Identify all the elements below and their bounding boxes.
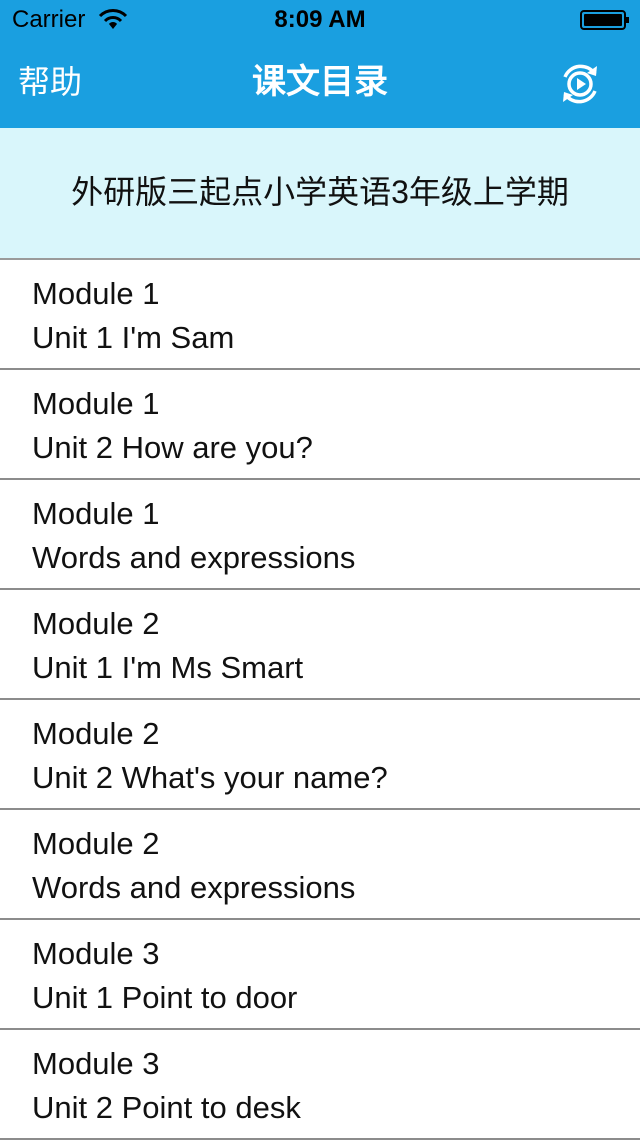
module-label: Module 2: [32, 716, 160, 751]
list-item[interactable]: Module 1 Unit 1 I'm Sam: [0, 260, 640, 370]
module-label: Module 2: [32, 606, 160, 641]
list-item[interactable]: Module 2 Words and expressions: [0, 810, 640, 920]
status-bar: Carrier 8:09 AM: [0, 0, 640, 40]
page-title: 课文目录: [252, 63, 388, 101]
module-label: Module 1: [32, 496, 160, 531]
module-label: Module 3: [32, 936, 160, 971]
unit-label: Words and expressions: [32, 540, 356, 575]
module-label: Module 1: [32, 386, 160, 421]
play-refresh-icon[interactable]: [556, 60, 604, 108]
module-label: Module 2: [32, 826, 160, 861]
list-item[interactable]: Module 2 Unit 2 What's your name?: [0, 700, 640, 810]
module-label: Module 1: [32, 276, 160, 311]
book-header: 外研版三起点小学英语3年级上学期: [0, 128, 640, 260]
unit-label: Unit 1 Point to door: [32, 980, 298, 1015]
module-label: Module 3: [32, 1046, 160, 1081]
unit-label: Unit 2 Point to desk: [32, 1090, 301, 1125]
list-item[interactable]: Module 3 Unit 2 Point to desk: [0, 1030, 640, 1140]
lesson-list: Module 1 Unit 1 I'm Sam Module 1 Unit 2 …: [0, 260, 640, 1140]
list-item[interactable]: Module 3 Unit 1 Point to door: [0, 920, 640, 1030]
unit-label: Words and expressions: [32, 870, 356, 905]
list-item[interactable]: Module 2 Unit 1 I'm Ms Smart: [0, 590, 640, 700]
unit-label: Unit 2 How are you?: [32, 430, 313, 465]
book-title: 外研版三起点小学英语3年级上学期: [71, 174, 569, 210]
unit-label: Unit 2 What's your name?: [32, 760, 388, 795]
list-item[interactable]: Module 1 Unit 2 How are you?: [0, 370, 640, 480]
unit-label: Unit 1 I'm Ms Smart: [32, 650, 304, 685]
list-item[interactable]: Module 1 Words and expressions: [0, 480, 640, 590]
unit-label: Unit 1 I'm Sam: [32, 320, 235, 355]
battery-icon: [580, 10, 629, 30]
navigation-bar: 帮助 课文目录: [0, 40, 640, 128]
clock: 8:09 AM: [274, 6, 366, 33]
top-bar: Carrier 8:09 AM 帮助 课文目录: [0, 0, 640, 128]
